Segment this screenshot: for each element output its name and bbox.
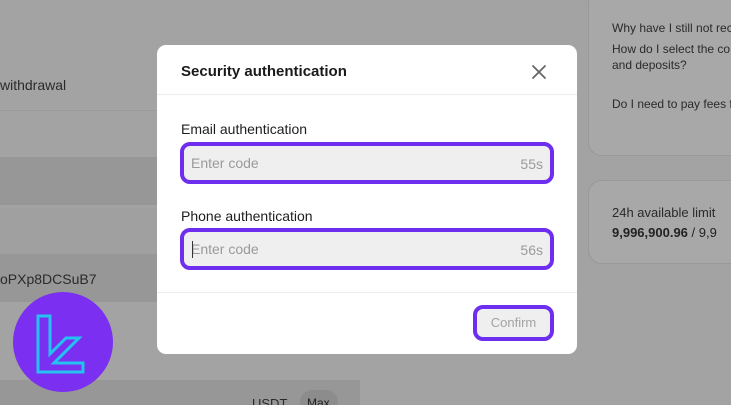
faq-item[interactable]: Do I need to pay fees f bbox=[612, 96, 731, 112]
faq-item[interactable]: Why have I still not rec bbox=[612, 20, 731, 36]
text-cursor bbox=[192, 241, 193, 258]
confirm-button[interactable]: Confirm bbox=[473, 305, 554, 341]
phone-auth-label: Phone authentication bbox=[181, 208, 313, 224]
withdrawal-label: withdrawal bbox=[0, 77, 67, 93]
max-button[interactable]: Max bbox=[300, 390, 338, 405]
limit-value: 9,996,900.96 / 9,9 bbox=[612, 225, 717, 240]
modal-header: Security authentication bbox=[157, 45, 577, 95]
phone-resend-timer: 56s bbox=[520, 242, 543, 258]
brand-logo-icon bbox=[13, 292, 113, 392]
limit-total: / 9,9 bbox=[687, 225, 717, 240]
limit-card: 24h available limit 9,996,900.96 / 9,9 bbox=[588, 180, 731, 264]
modal-title: Security authentication bbox=[181, 63, 347, 80]
phone-code-input[interactable] bbox=[184, 232, 550, 266]
email-resend-timer: 55s bbox=[520, 156, 543, 172]
address-value: oPXp8DCSuB7 bbox=[0, 271, 97, 287]
email-auth-label: Email authentication bbox=[181, 121, 308, 137]
modal-divider bbox=[157, 292, 577, 293]
limit-available: 9,996,900.96 bbox=[612, 225, 688, 240]
phone-code-field[interactable]: 56s bbox=[180, 228, 554, 270]
faq-item[interactable]: How do I select the co and deposits? bbox=[612, 41, 730, 73]
close-icon[interactable] bbox=[529, 62, 549, 82]
security-auth-modal: Security authentication Email authentica… bbox=[157, 45, 577, 354]
faq-card: Why have I still not rec How do I select… bbox=[588, 0, 731, 156]
email-code-field[interactable]: 55s bbox=[180, 142, 554, 184]
email-code-input[interactable] bbox=[184, 146, 550, 180]
limit-label: 24h available limit bbox=[612, 205, 716, 220]
currency-label: USDT bbox=[252, 396, 288, 405]
